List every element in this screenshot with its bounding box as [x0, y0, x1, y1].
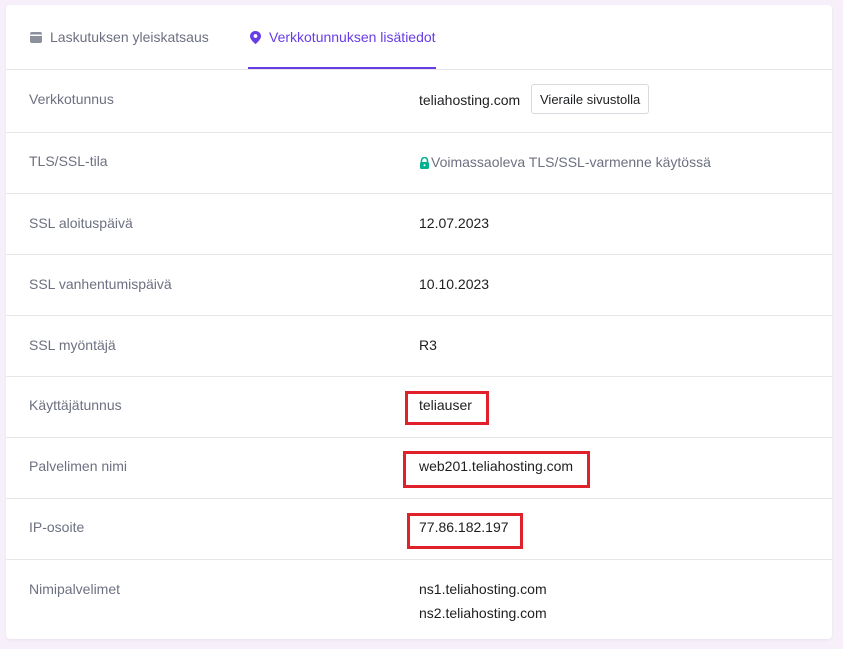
highlight-box — [405, 391, 489, 425]
tab-label: Verkkotunnuksen lisätiedot — [269, 29, 436, 45]
tls-status-value: Voimassaoleva TLS/SSL-varmenne käytössä — [419, 154, 711, 170]
row-label: SSL myöntäjä — [29, 337, 116, 353]
tab-bar: Laskutuksen yleiskatsaus Verkkotunnuksen… — [6, 5, 832, 70]
row-ssl-issuer: SSL myöntäjä R3 — [6, 315, 832, 376]
tls-status-text: Voimassaoleva TLS/SSL-varmenne käytössä — [431, 154, 711, 170]
tab-billing-overview[interactable]: Laskutuksen yleiskatsaus — [29, 5, 209, 69]
row-label: SSL vanhentumispäivä — [29, 276, 172, 292]
visit-site-button[interactable]: Vieraile sivustolla — [531, 84, 650, 114]
row-label: Nimipalvelimet — [29, 581, 121, 597]
row-ssl-expiry: SSL vanhentumispäivä 10.10.2023 — [6, 254, 832, 315]
lock-icon — [419, 156, 430, 169]
ssl-expiry-value: 10.10.2023 — [419, 276, 490, 292]
row-label: Palvelimen nimi — [29, 458, 128, 474]
ssl-issuer-value: R3 — [419, 337, 437, 353]
tab-label: Laskutuksen yleiskatsaus — [50, 29, 209, 45]
highlight-box — [403, 451, 590, 488]
row-nameservers: Nimipalvelimet ns1.teliahosting.com ns2.… — [6, 559, 832, 639]
nameserver-2-value: ns2.teliahosting.com — [419, 605, 547, 621]
row-ip-address: IP-osoite 77.86.182.197 — [6, 498, 832, 559]
row-ssl-start: SSL aloituspäivä 12.07.2023 — [6, 193, 832, 254]
row-label: TLS/SSL-tila — [29, 153, 108, 169]
billing-icon — [29, 30, 43, 44]
row-label: Verkkotunnus — [29, 91, 114, 107]
domain-details-card: Laskutuksen yleiskatsaus Verkkotunnuksen… — [6, 5, 832, 639]
row-server-name: Palvelimen nimi web201.teliahosting.com — [6, 437, 832, 498]
ssl-start-value: 12.07.2023 — [419, 215, 490, 231]
highlight-box — [407, 513, 523, 549]
row-username: Käyttäjätunnus teliauser — [6, 376, 832, 437]
row-label: Käyttäjätunnus — [29, 397, 122, 413]
tab-domain-details[interactable]: Verkkotunnuksen lisätiedot — [248, 5, 436, 70]
row-tls-status: TLS/SSL-tila Voimassaoleva TLS/SSL-varme… — [6, 132, 832, 193]
nameserver-1-value: ns1.teliahosting.com — [419, 581, 547, 597]
location-pin-icon — [248, 30, 262, 44]
row-domain: Verkkotunnus teliahosting.com Vieraile s… — [6, 69, 832, 132]
row-label: SSL aloituspäivä — [29, 215, 133, 231]
domain-value: teliahosting.com — [419, 92, 521, 108]
row-label: IP-osoite — [29, 519, 85, 535]
